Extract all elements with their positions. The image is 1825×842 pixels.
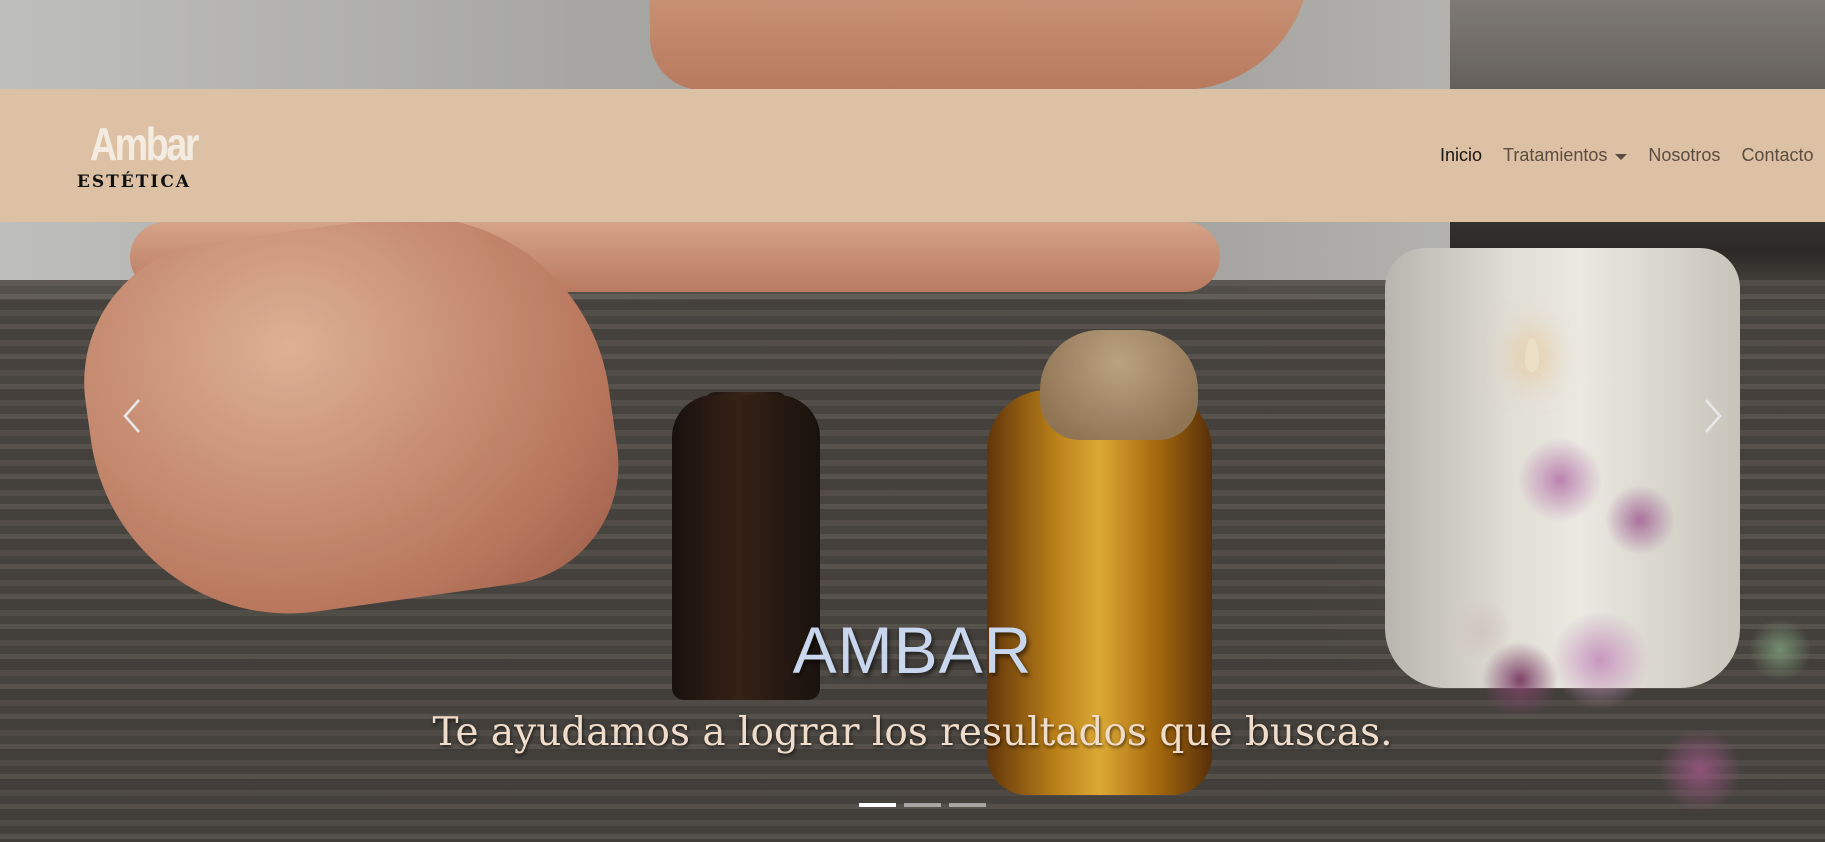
nav-item-label: Tratamientos [1503, 145, 1608, 165]
nav-item-label: Inicio [1440, 145, 1483, 165]
carousel-indicator-3[interactable] [949, 803, 986, 807]
brand-name: Ambar [89, 118, 200, 170]
nav-item-label: Nosotros [1648, 145, 1721, 165]
caret-down-icon [1615, 153, 1628, 160]
brand-tagline: ESTÉTICA [76, 172, 192, 192]
nav-item-tratamientos[interactable]: Tratamientos [1503, 145, 1628, 166]
carousel-prev-button[interactable] [113, 396, 153, 436]
brand-logo[interactable]: Ambar ESTÉTICA [54, 117, 214, 201]
nav-item-nosotros[interactable]: Nosotros [1648, 145, 1720, 166]
nav-menu: Inicio Tratamientos Nosotros Contacto [1440, 89, 1825, 222]
nav-item-contacto[interactable]: Contacto [1741, 145, 1813, 166]
hero-subtitle: Te ayudamos a lograr los resultados que … [432, 710, 1393, 755]
carousel-indicators [859, 803, 986, 807]
nav-item-label: Contacto [1741, 145, 1814, 165]
hero-title: AMBAR [792, 613, 1033, 687]
carousel-indicator-2[interactable] [904, 803, 941, 807]
carousel-next-button[interactable] [1692, 396, 1732, 436]
navbar: Ambar ESTÉTICA Inicio Tratamientos Nosot… [0, 89, 1825, 222]
chevron-left-icon [123, 399, 140, 433]
carousel-indicator-1[interactable] [859, 803, 896, 807]
chevron-right-icon [1705, 399, 1722, 433]
nav-item-inicio[interactable]: Inicio [1440, 145, 1482, 166]
